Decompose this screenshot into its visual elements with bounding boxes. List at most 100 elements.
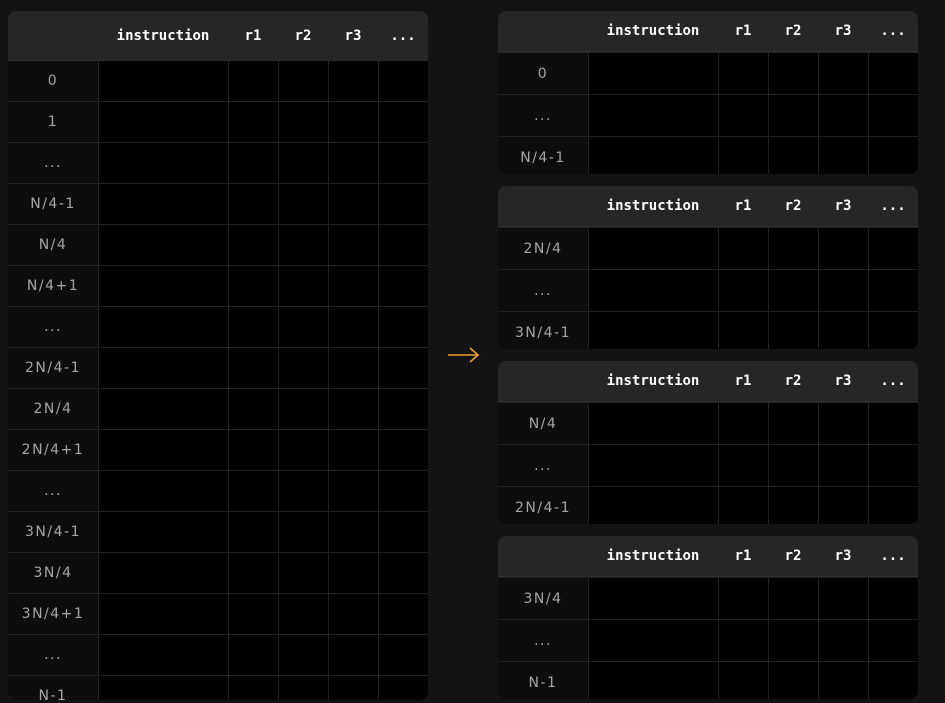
table-cell <box>378 266 428 306</box>
table-cell <box>818 95 868 136</box>
table-cell <box>228 266 278 306</box>
table-cell <box>768 620 818 661</box>
table-cell <box>718 53 768 94</box>
table-cell <box>98 389 228 429</box>
table-cell <box>588 445 718 486</box>
table-cell <box>868 270 918 311</box>
table-header: instruction r1 r2 r3... <box>498 186 918 227</box>
table-cell <box>328 389 378 429</box>
table-cell <box>278 430 328 470</box>
table-cell <box>818 312 868 349</box>
header-more: ... <box>880 373 906 389</box>
table-cell <box>228 389 278 429</box>
table-cell <box>378 307 428 347</box>
table-cell <box>818 270 868 311</box>
table-row: 2N/4 <box>498 227 918 269</box>
row-index-label: N/4 <box>498 403 588 444</box>
table-cell <box>228 307 278 347</box>
table-cell <box>98 102 228 142</box>
table-cell <box>328 594 378 634</box>
table-row: 3N/4+1 <box>8 593 428 634</box>
row-index-label: N/4 <box>8 225 98 265</box>
table-cell <box>378 430 428 470</box>
table-cell <box>98 594 228 634</box>
table-cell <box>228 225 278 265</box>
table-cell <box>768 137 818 174</box>
table-cell <box>768 578 818 619</box>
table-cell <box>278 471 328 511</box>
row-index-label: 2N/4+1 <box>8 430 98 470</box>
table-row: 3N/4 <box>8 552 428 593</box>
table-cell <box>278 266 328 306</box>
table-cell <box>328 184 378 224</box>
partition-table: instruction r1 r2 r3... N/4... 2N/4-1 <box>498 361 918 524</box>
table-row: N-1 <box>498 661 918 699</box>
row-index-label: N-1 <box>498 662 588 699</box>
table-cell <box>328 225 378 265</box>
header-r3: r3 <box>834 373 852 389</box>
table-row: ... <box>8 634 428 675</box>
table-cell <box>768 403 818 444</box>
table-cell <box>818 487 868 524</box>
table-cell <box>98 266 228 306</box>
table-row: ... <box>498 94 918 136</box>
table-header: instruction r1 r2 r3... <box>498 536 918 577</box>
table-row: ... <box>498 619 918 661</box>
table-cell <box>768 445 818 486</box>
header-r2: r2 <box>784 198 802 214</box>
left-table: instruction r1 r2 r3 ... 0 1... N/4-1 N/4 N/… <box>8 11 428 700</box>
table-row: 2N/4+1 <box>8 429 428 470</box>
table-cell <box>818 620 868 661</box>
table-cell <box>768 270 818 311</box>
table-cell <box>278 594 328 634</box>
header-more: ... <box>390 27 416 44</box>
table-cell <box>818 662 868 699</box>
table-row: ... <box>8 470 428 511</box>
table-row: 3N/4-1 <box>8 511 428 552</box>
table-cell <box>278 389 328 429</box>
table-row: N/4 <box>498 402 918 444</box>
table-header: instruction r1 r2 r3 ... <box>8 11 428 61</box>
table-cell <box>868 403 918 444</box>
table-row: 3N/4 <box>498 577 918 619</box>
header-r2: r2 <box>784 23 802 39</box>
header-index-cell <box>498 186 588 226</box>
table-cell <box>228 348 278 388</box>
table-cell <box>868 137 918 174</box>
table-cell <box>718 312 768 349</box>
row-index-label: 3N/4+1 <box>8 594 98 634</box>
table-cell <box>98 430 228 470</box>
row-index-label: ... <box>8 635 98 675</box>
table-cell <box>868 312 918 349</box>
table-cell <box>588 312 718 349</box>
table-row: 2N/4 <box>8 388 428 429</box>
row-index-label: 1 <box>8 102 98 142</box>
row-index-label: 0 <box>498 53 588 94</box>
table-cell <box>818 578 868 619</box>
table-cell <box>868 662 918 699</box>
table-cell <box>768 53 818 94</box>
header-more: ... <box>880 198 906 214</box>
table-row: N/4+1 <box>8 265 428 306</box>
row-index-label: 3N/4 <box>8 553 98 593</box>
row-index-label: 2N/4 <box>498 228 588 269</box>
arrow-right-icon <box>448 347 480 363</box>
table-cell <box>278 307 328 347</box>
row-index-label: ... <box>8 307 98 347</box>
table-cell <box>588 95 718 136</box>
row-index-label: N/4+1 <box>8 266 98 306</box>
table-cell <box>98 512 228 552</box>
table-cell <box>228 512 278 552</box>
table-cell <box>228 553 278 593</box>
table-cell <box>98 307 228 347</box>
table-cell <box>718 662 768 699</box>
table-cell <box>588 137 718 174</box>
header-r1: r1 <box>734 373 752 389</box>
table-row: ... <box>498 444 918 486</box>
table-cell <box>588 620 718 661</box>
row-index-label: 0 <box>8 61 98 101</box>
table-row: 1 <box>8 101 428 142</box>
table-header: instruction r1 r2 r3... <box>498 11 918 52</box>
table-cell <box>818 137 868 174</box>
table-cell <box>868 53 918 94</box>
